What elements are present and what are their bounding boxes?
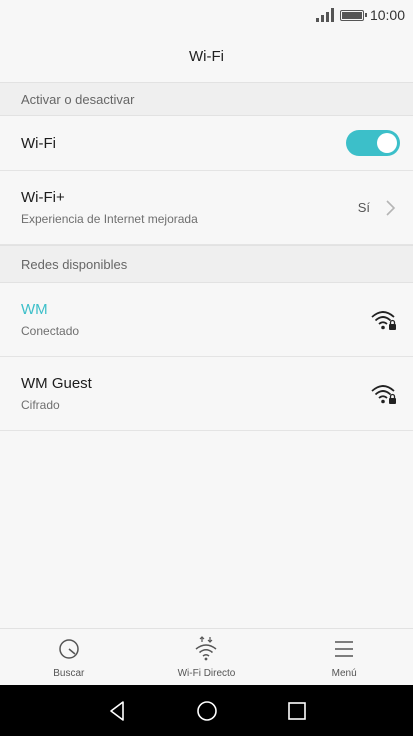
- signal-icon: [315, 8, 334, 22]
- status-time: 10:00: [369, 7, 405, 23]
- bottom-action-bar: Buscar Wi-Fi Directo Menú: [0, 628, 413, 685]
- system-nav-bar: [0, 685, 413, 736]
- battery-icon: [339, 9, 367, 21]
- scan-button[interactable]: Buscar: [9, 629, 129, 685]
- menu-label: Menú: [331, 667, 357, 679]
- network-name: WM Guest: [21, 375, 92, 392]
- refresh-icon: [59, 638, 79, 659]
- wifi-toggle-row[interactable]: Wi-Fi: [0, 116, 413, 171]
- home-icon[interactable]: [195, 699, 219, 723]
- wifi-plus-row[interactable]: Wi-Fi+ Experiencia de Internet mejorada …: [0, 171, 413, 245]
- page-title: Wi-Fi: [189, 47, 224, 65]
- network-status: Conectado: [21, 324, 80, 338]
- wifi-lock-icon: [371, 384, 396, 404]
- network-status: Cifrado: [21, 398, 60, 412]
- back-icon[interactable]: [105, 699, 129, 723]
- wifi-plus-value: Sí: [357, 200, 370, 215]
- wifi-direct-label: Wi-Fi Directo: [177, 667, 236, 679]
- toggle-knob: [377, 133, 397, 153]
- section-header-networks: Redes disponibles: [0, 245, 413, 283]
- network-item-wm[interactable]: WM Conectado: [0, 283, 413, 357]
- recents-icon[interactable]: [285, 699, 309, 723]
- screen: 10:00 Wi-Fi Activar o desactivar Wi-Fi W…: [0, 0, 413, 736]
- section-header-toggle: Activar o desactivar: [0, 82, 413, 116]
- scan-label: Buscar: [53, 667, 85, 679]
- wifi-toggle-switch[interactable]: [346, 130, 400, 156]
- wifi-direct-button[interactable]: Wi-Fi Directo: [146, 629, 266, 685]
- wifi-plus-subtitle: Experiencia de Internet mejorada: [21, 212, 198, 226]
- section-header-label: Redes disponibles: [21, 256, 128, 272]
- status-bar: 10:00: [0, 0, 413, 30]
- network-item-wm-guest[interactable]: WM Guest Cifrado: [0, 357, 413, 431]
- wifi-plus-title: Wi-Fi+: [21, 189, 65, 206]
- network-name: WM: [21, 301, 48, 318]
- wifi-lock-icon: [371, 310, 396, 330]
- chevron-right-icon: [386, 199, 396, 216]
- wifi-direct-icon: [196, 635, 217, 660]
- menu-button[interactable]: Menú: [284, 629, 404, 685]
- section-header-label: Activar o desactivar: [21, 91, 135, 107]
- wifi-row-label: Wi-Fi: [21, 134, 56, 152]
- menu-icon: [335, 640, 354, 657]
